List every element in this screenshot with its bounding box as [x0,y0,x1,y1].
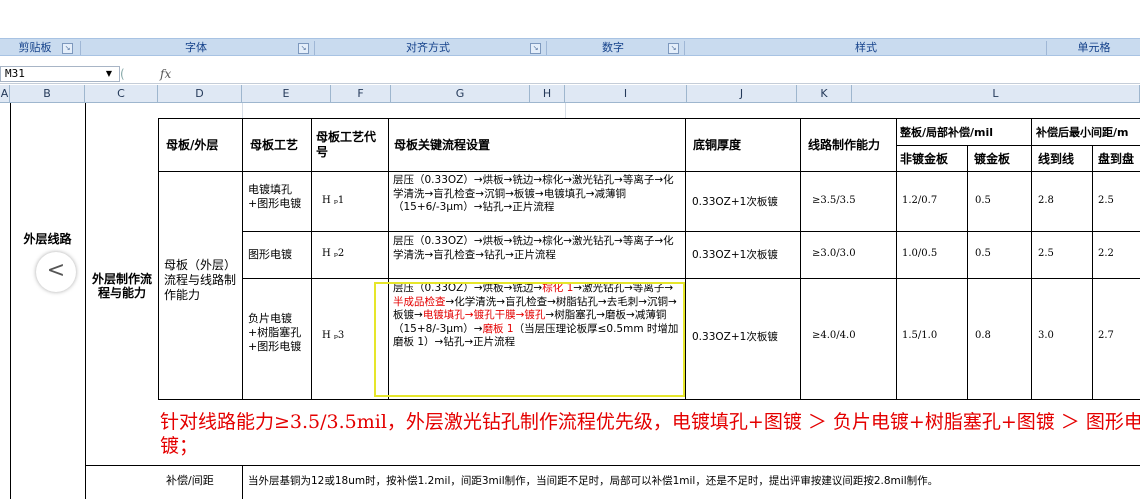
row1-pad[interactable]: 2.5 [1098,195,1138,211]
column-header-a[interactable]: A [0,85,10,103]
fx-label[interactable]: fx [160,66,190,82]
group-number[interactable]: 数字 [548,39,678,57]
column-header-l[interactable]: L [852,85,1140,103]
row2-pad[interactable]: 2.2 [1098,248,1138,264]
header-gold[interactable]: 镀金板 [974,145,1031,171]
header-non-gold[interactable]: 非镀金板 [900,145,967,171]
header-line-to-line[interactable]: 线到线 [1038,145,1092,171]
group-clipboard[interactable]: 剪贴板 [0,39,70,57]
clipboard-launcher-icon[interactable]: ↘ [62,43,73,54]
font-launcher-icon[interactable]: ↘ [298,43,309,54]
column-header-k[interactable]: K [797,85,852,103]
group-font[interactable]: 字体 [82,39,310,57]
cancel-formula-icon[interactable]: ( [120,68,134,82]
header-min-spacing[interactable]: 补偿后最小间距/m [1036,118,1140,145]
row1-code[interactable]: H ₚ1 [322,195,382,211]
bottom-text[interactable]: 当外层基铜为12或18um时，按补偿1.2mil，间距3mil制作，当间距不足时… [248,474,1140,490]
priority-note-text: 针对线路能力≥3.5/3.5mil，外层激光钻孔制作流程优先级，电镀填孔+图镀 … [160,411,1140,457]
header-process[interactable]: 母板工艺 [250,118,311,171]
row1-comp-gold[interactable]: 0.5 [975,195,1027,211]
row2-process[interactable]: 图形电镀 [248,248,310,264]
row2-code[interactable]: H ₚ2 [322,248,382,264]
row3-capability[interactable]: ≥4.0/4.0 [812,330,894,346]
row2-comp-gold[interactable]: 0.5 [975,248,1027,264]
row3-process[interactable]: 负片电镀+树脂塞孔+图形电镀 [248,312,310,362]
section-label-outer-process[interactable]: 外层制作流程与能力 [88,262,156,310]
column-header-c[interactable]: C [85,85,158,103]
row1-process[interactable]: 电镀填孔+图形电镀 [248,183,310,223]
column-header-e[interactable]: E [242,85,331,103]
row2-capability[interactable]: ≥3.0/3.0 [812,248,894,264]
group-cells[interactable]: 单元格 [1048,39,1140,57]
column-header-f[interactable]: F [331,85,391,103]
layer-capability-label[interactable]: 母板（外层）流程与线路制作能力 [164,258,242,314]
row1-flow[interactable]: 层压（0.33OZ）→烘板→铣边→棕化→激光钻孔→等离子→化学清洗→盲孔检查→沉… [393,174,683,230]
ribbon-group-bar: 剪贴板 ↘ 字体 ↘ 对齐方式 ↘ 数字 ↘ 样式 单元格 [0,38,1140,56]
row1-line[interactable]: 2.8 [1038,195,1088,211]
column-header-j[interactable]: J [687,85,797,103]
header-compensation[interactable]: 整板/局部补偿/mil [900,118,1031,145]
column-header-i[interactable]: I [565,85,687,103]
column-header-d[interactable]: D [158,85,242,103]
row1-comp-nongold[interactable]: 1.2/0.7 [902,195,964,211]
header-process-code[interactable]: 母板工艺代号 [316,118,386,171]
row3-comp-nongold[interactable]: 1.5/1.0 [902,330,964,346]
row3-code[interactable]: H ₚ3 [322,330,382,346]
row2-line[interactable]: 2.5 [1038,248,1088,264]
row2-comp-nongold[interactable]: 1.0/0.5 [902,248,964,264]
row3-line[interactable]: 3.0 [1038,330,1088,346]
header-pad-to-pad[interactable]: 盘到盘 [1098,145,1140,171]
header-base-copper[interactable]: 底铜厚度 [693,118,798,171]
header-circuit-capability[interactable]: 线路制作能力 [808,118,896,171]
row3-copper[interactable]: 0.33OZ+1次板镀 [692,330,798,346]
alignment-launcher-icon[interactable]: ↘ [530,43,541,54]
header-layer[interactable]: 母板/外层 [166,118,242,171]
row2-copper[interactable]: 0.33OZ+1次板镀 [692,248,798,264]
row2-flow[interactable]: 层压（0.33OZ）→烘板→铣边→棕化→激光钻孔→等离子→化学清洗→盲孔检查→钻… [393,235,683,275]
highlight-box [374,282,685,397]
chevron-down-icon[interactable]: ▼ [102,68,116,80]
number-launcher-icon[interactable]: ↘ [668,43,679,54]
group-styles[interactable]: 样式 [686,39,1046,57]
row3-pad[interactable]: 2.7 [1098,330,1138,346]
group-alignment[interactable]: 对齐方式 [316,39,540,57]
row1-copper[interactable]: 0.33OZ+1次板镀 [692,195,798,211]
previous-button[interactable]: < [36,252,76,292]
header-key-flow[interactable]: 母板关键流程设置 [394,118,684,171]
row1-capability[interactable]: ≥3.5/3.5 [812,195,894,211]
column-headers: A B C D E F G H I J K L [0,85,1140,103]
bottom-label[interactable]: 补偿/间距 [166,474,240,490]
row3-comp-gold[interactable]: 0.8 [975,330,1027,346]
priority-note[interactable]: 针对线路能力≥3.5/3.5mil，外层激光钻孔制作流程优先级，电镀填孔+图镀 … [160,410,1140,460]
column-header-h[interactable]: H [530,85,565,103]
section-label-outer-circuit[interactable]: 外层线路 [10,228,85,248]
column-header-b[interactable]: B [10,85,85,103]
column-header-g[interactable]: G [391,85,530,103]
